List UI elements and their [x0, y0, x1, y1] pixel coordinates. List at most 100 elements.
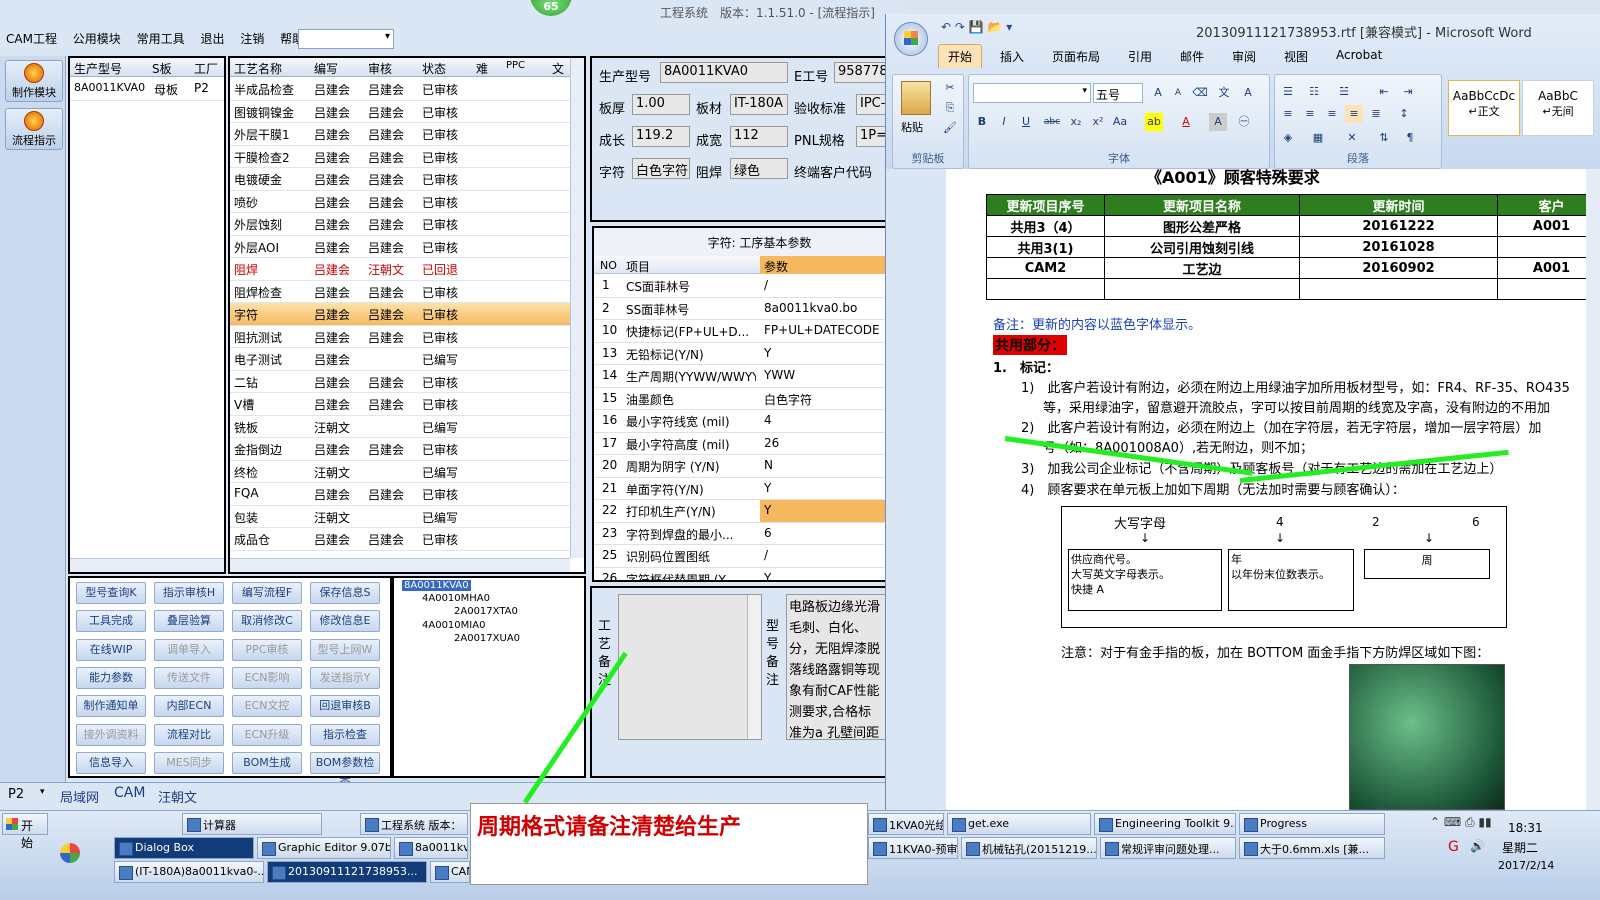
menu-logout[interactable]: 注销	[234, 26, 270, 51]
action-button[interactable]: 工具完成	[76, 610, 146, 633]
clock-time[interactable]: 18:31	[1508, 821, 1543, 835]
action-button[interactable]: 修改信息E	[310, 610, 380, 633]
action-button[interactable]: 能力参数	[76, 666, 146, 689]
table-row[interactable]: 22 打印机生产(Y/N) Y	[594, 500, 885, 523]
underline-icon[interactable]: U	[1017, 113, 1035, 131]
action-button[interactable]: 接外调资料	[76, 723, 146, 746]
table-row[interactable]: 13 无铅标记(Y/N) Y	[594, 343, 884, 365]
cut-icon[interactable]: ✂	[941, 79, 959, 97]
taskbar-get-exe[interactable]: get.exe	[947, 813, 1091, 835]
tray-google-icon[interactable]: G	[1448, 839, 1459, 855]
table-row[interactable]: FQA 吕建会 吕建会 已审核	[230, 483, 570, 506]
table-row[interactable]: 金指倒边 吕建会 吕建会 已审核	[230, 438, 570, 461]
col-header[interactable]: PPC	[506, 60, 525, 71]
highlight-icon[interactable]: ab	[1145, 113, 1163, 131]
menu-dropdown[interactable]: ▾	[298, 29, 394, 49]
char-shading-icon[interactable]: A	[1209, 113, 1227, 131]
menu-exit[interactable]: 退出	[194, 26, 230, 51]
thickness-field[interactable]: 1.00	[632, 94, 690, 115]
paste-icon[interactable]	[901, 81, 931, 115]
e-number-field[interactable]: 958778	[834, 62, 886, 83]
chevron-down-icon[interactable]: ▾	[40, 787, 45, 797]
action-button[interactable]: MES同步	[154, 751, 224, 774]
col-header[interactable]: 参数	[760, 256, 885, 274]
action-button[interactable]: 在线WIP	[76, 638, 146, 661]
taskbar-progress[interactable]: Progress	[1239, 813, 1385, 835]
table-row[interactable]: 10 快捷标记(FP+UL+D... FP+UL+DATECODE	[594, 320, 884, 343]
quick-launch-icon[interactable]	[60, 843, 80, 863]
process-note-textarea[interactable]	[618, 594, 762, 740]
tab-mailings[interactable]: 邮件	[1180, 48, 1204, 65]
taskbar-prereview[interactable]: 11KVA0-预审指...	[868, 837, 958, 859]
width-field[interactable]: 112	[730, 126, 788, 147]
action-button[interactable]: 回退审核B	[310, 695, 380, 718]
numbering-icon[interactable]: ☷	[1305, 83, 1323, 101]
tree-node[interactable]: 4A0010MIA0	[422, 620, 485, 631]
table-row[interactable]: 21 单面字符(Y/N) Y	[594, 478, 884, 500]
taskbar-it180a[interactable]: (IT-180A)8a0011kva0-...	[114, 861, 264, 883]
horizontal-scrollbar[interactable]	[70, 558, 224, 572]
taskbar-engineering-toolkit[interactable]: Engineering Toolkit 9....	[1094, 813, 1236, 835]
action-button[interactable]: ECN影响	[232, 666, 302, 689]
col-header[interactable]: 项目	[626, 258, 650, 275]
office-button[interactable]	[894, 22, 928, 56]
action-button[interactable]: ECN文控	[232, 695, 302, 718]
taskbar-word-doc[interactable]: 20130911121738953...	[267, 861, 427, 883]
status-tab-lan[interactable]: 局域网	[60, 787, 99, 806]
tab-layout[interactable]: 页面布局	[1052, 48, 1100, 65]
standard-field[interactable]: IPC-	[856, 94, 886, 115]
action-button[interactable]: 流程对比	[154, 723, 224, 746]
start-button[interactable]: 开始	[2, 813, 48, 850]
table-row[interactable]: 二钻 吕建会 吕建会 已审核	[230, 371, 570, 393]
align-left-icon[interactable]: ≡	[1279, 105, 1297, 123]
show-marks-icon[interactable]: ¶	[1401, 129, 1419, 147]
action-button[interactable]: 调单导入	[154, 638, 224, 661]
col-header[interactable]: 难	[476, 60, 488, 77]
paste-label[interactable]: 粘贴	[901, 119, 923, 135]
col-header[interactable]: 生产型号	[74, 60, 122, 77]
action-button[interactable]: 型号查询K	[76, 582, 146, 604]
table-row[interactable]: 阻焊 吕建会 汪朝文 已回退	[230, 258, 570, 281]
align-center-icon[interactable]: ≡	[1301, 105, 1319, 123]
model-note-text[interactable]: 电路板边缘光滑毛刺、白化、分，无阻焊漆脱落线路露铜等现象有耐CAF性能测要求,合…	[786, 594, 887, 740]
format-painter-icon[interactable]: 🖌	[941, 119, 959, 137]
length-field[interactable]: 119.2	[632, 126, 690, 147]
shrink-font-icon[interactable]: A	[1169, 84, 1187, 102]
borders-icon[interactable]: ▦	[1309, 129, 1327, 147]
align-right-icon[interactable]: ≡	[1323, 105, 1341, 123]
col-header[interactable]: 审核	[368, 60, 392, 77]
taskbar-calculator[interactable]: 计算器	[182, 813, 322, 835]
soldermask-field[interactable]: 绿色	[730, 158, 788, 179]
table-row[interactable]: 半成品检查 吕建会 吕建会 已审核	[230, 78, 570, 101]
table-row[interactable]: 23 字符到焊盘的最小... 6	[594, 523, 884, 545]
font-name-combo[interactable]: ▾	[973, 83, 1091, 103]
phonetic-icon[interactable]: 文	[1215, 84, 1233, 102]
increase-indent-icon[interactable]: ⇥	[1399, 83, 1417, 101]
table-row[interactable]: 20 周期为阴字 (Y/N) N	[594, 455, 884, 478]
tab-insert[interactable]: 插入	[1000, 48, 1024, 65]
action-button[interactable]: 叠层验算	[154, 610, 224, 633]
table-row[interactable]: 外层干膜1 吕建会 吕建会 已审核	[230, 123, 570, 146]
pnl-field[interactable]: 1P=	[856, 126, 886, 147]
taskbar-gerber[interactable]: 1KVA0光绘...	[868, 813, 944, 835]
col-header[interactable]: 文	[552, 60, 564, 77]
taskbar-dialog-box[interactable]: Dialog Box	[114, 837, 254, 859]
taskbar-review-issues[interactable]: 常规评审问题处理...	[1100, 837, 1236, 859]
shading-icon[interactable]: ◈	[1279, 129, 1297, 147]
tray-icons[interactable]: ⌃ ⌨ ⎙ ▮▮	[1430, 815, 1492, 830]
subscript-icon[interactable]: x₂	[1067, 113, 1085, 131]
table-row[interactable]: 铣板 汪朝文 已编写	[230, 416, 570, 438]
quick-access-toolbar[interactable]: ↶ ↷ 💾 📂 ▾	[941, 20, 1012, 34]
note-scrollbar[interactable]	[747, 595, 761, 739]
action-button[interactable]: 指示检查	[310, 723, 380, 746]
table-row[interactable]: 包装 汪朝文 已编写	[230, 506, 570, 528]
table-row[interactable]: 16 最小字符线宽 (mil) 4	[594, 410, 884, 433]
menu-common-tools[interactable]: 常用工具	[131, 26, 191, 51]
table-row[interactable]: 电镀硬金 吕建会 吕建会 已审核	[230, 168, 570, 191]
table-row[interactable]: 干膜检查2 吕建会 吕建会 已审核	[230, 146, 570, 168]
tab-references[interactable]: 引用	[1128, 48, 1152, 65]
action-button[interactable]: 信息导入	[76, 751, 146, 774]
action-button[interactable]: 制作通知单	[76, 695, 146, 718]
font-color-icon[interactable]: A	[1177, 113, 1195, 131]
tab-review[interactable]: 审阅	[1232, 48, 1256, 65]
